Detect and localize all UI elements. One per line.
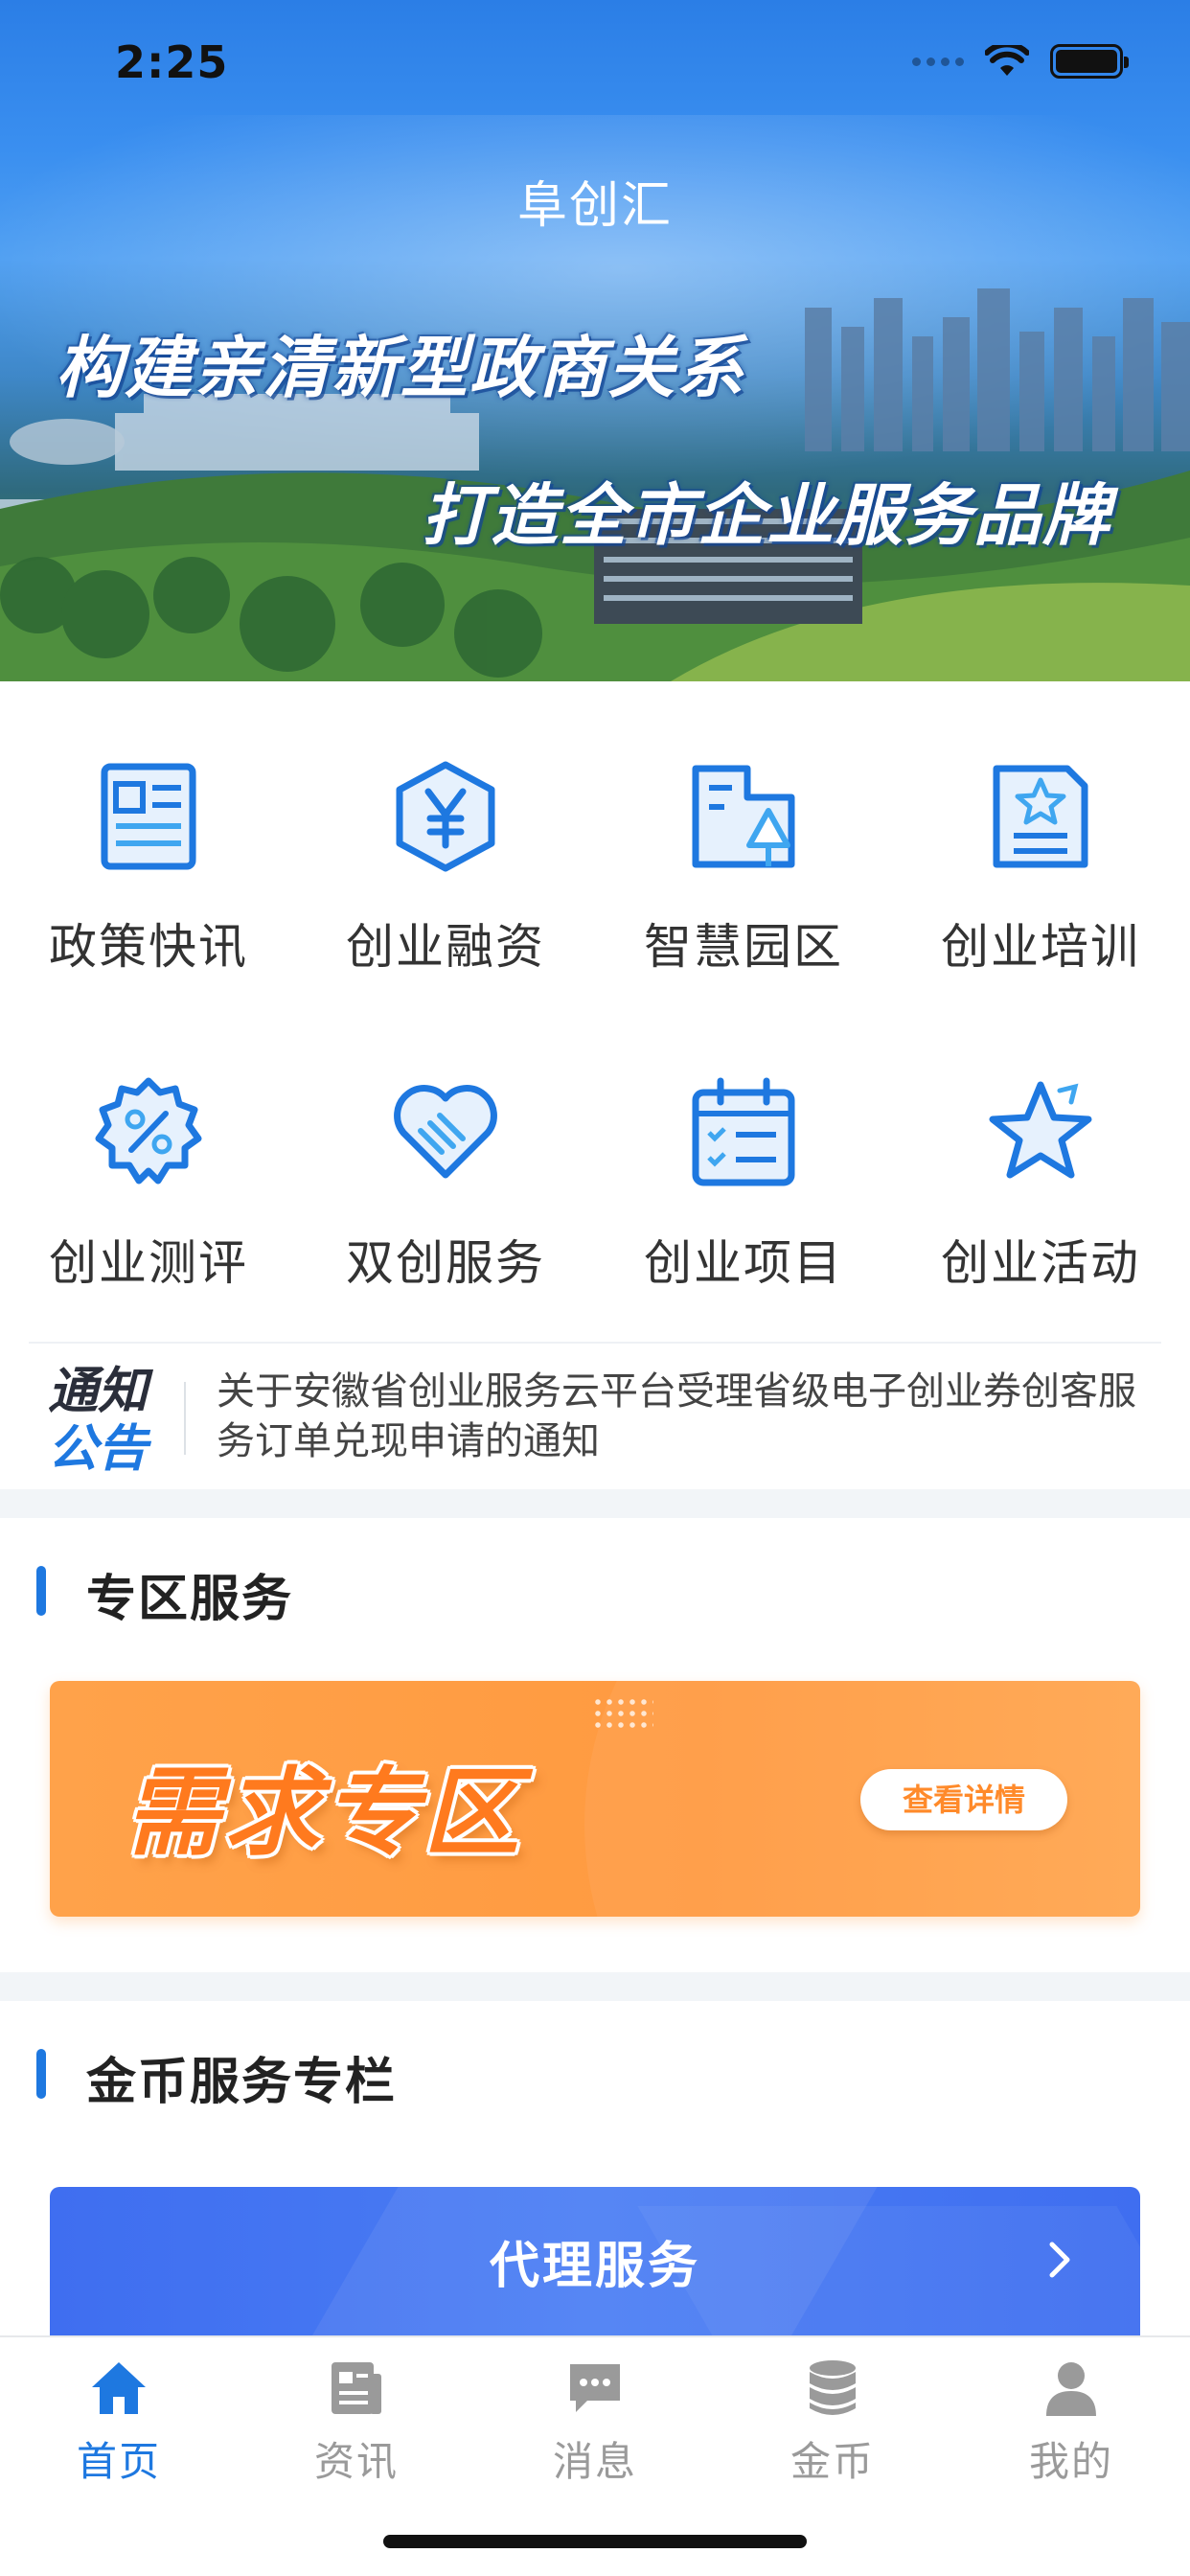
news-icon <box>332 2362 381 2414</box>
agent-service-card[interactable]: 代理服务 <box>50 2187 1140 2340</box>
grid-item-label: 创业活动 <box>941 1235 1140 1291</box>
status-icons <box>912 44 1129 79</box>
view-details-button[interactable]: 查看详情 <box>860 1769 1067 1830</box>
grid-item-label: 智慧园区 <box>644 919 843 975</box>
grid-item-label: 政策快讯 <box>49 919 248 975</box>
chevron-right-icon <box>1049 2242 1070 2278</box>
grid-item-label: 双创服务 <box>346 1235 545 1291</box>
tab-coins[interactable]: 金币 <box>714 2358 951 2493</box>
notice-tag-line2: 公告 <box>48 1420 149 1478</box>
tab-home[interactable]: 首页 <box>0 2358 238 2493</box>
grid-item-startup-activities[interactable]: 创业活动 <box>892 1016 1189 1303</box>
notice-bar[interactable]: 通知 公告 关于安徽省创业服务云平台受理省级电子创业券创客服务订单兑现申请的通知 <box>29 1342 1161 1485</box>
notice-tag: 通知 公告 <box>48 1363 172 1478</box>
handshake-heart-icon <box>394 1085 497 1179</box>
wifi-icon <box>985 45 1029 76</box>
home-icon <box>92 2362 146 2414</box>
tab-profile[interactable]: 我的 <box>952 2358 1190 2493</box>
grid-item-dual-innovation-service[interactable]: 双创服务 <box>297 1016 594 1303</box>
grid-item-label: 创业项目 <box>644 1235 843 1291</box>
tab-label: 我的 <box>1028 2438 1113 2485</box>
coins-stack-icon <box>810 2360 856 2415</box>
tab-messages[interactable]: 消息 <box>476 2358 714 2493</box>
notice-text[interactable]: 关于安徽省创业服务云平台受理省级电子创业券创客服务订单兑现申请的通知 <box>217 1367 1165 1466</box>
grid-item-policy-news[interactable]: 政策快讯 <box>0 700 297 987</box>
section-divider <box>0 1489 1190 1518</box>
grid-item-startup-training[interactable]: 创业培训 <box>892 700 1189 987</box>
tab-label: 首页 <box>76 2438 161 2485</box>
tab-label: 金币 <box>790 2438 875 2485</box>
tab-news[interactable]: 资讯 <box>238 2358 475 2493</box>
coin-section-title: 金币服务专栏 <box>36 2041 397 2113</box>
news-document-icon <box>101 763 196 870</box>
tab-label: 资讯 <box>313 2438 399 2485</box>
demand-zone-card[interactable]: 需求专区 查看详情 <box>50 1681 1140 1917</box>
percent-badge-icon <box>95 1077 202 1184</box>
grid-item-label: 创业培训 <box>941 919 1140 975</box>
dots-decoration <box>592 1696 653 1731</box>
section-divider <box>0 1972 1190 2001</box>
grid-item-startup-assessment[interactable]: 创业测评 <box>0 1016 297 1303</box>
app-screen: 2:25 阜创汇 构建亲清新型政商关系 打造全市企业服务品牌 政策快讯 创业融资… <box>0 0 1190 2576</box>
hero-banner[interactable]: 2:25 阜创汇 构建亲清新型政商关系 打造全市企业服务品牌 <box>0 0 1190 681</box>
star-icon <box>989 1081 1092 1179</box>
status-bar: 2:25 <box>0 0 1190 134</box>
profile-icon <box>1046 2362 1096 2416</box>
demand-zone-title: 需求专区 <box>125 1757 523 1869</box>
training-certificate-star-icon <box>993 765 1088 868</box>
grid-item-startup-financing[interactable]: 创业融资 <box>297 700 594 987</box>
banner-slogan-1: 构建亲清新型政商关系 <box>56 329 745 407</box>
grid-item-smart-park[interactable]: 智慧园区 <box>595 700 892 987</box>
notice-separator <box>184 1382 186 1455</box>
park-building-tree-icon <box>692 765 795 868</box>
yuan-hexagon-icon <box>396 761 495 872</box>
grid-item-label: 创业测评 <box>49 1235 248 1291</box>
message-icon <box>570 2364 620 2412</box>
agent-service-label: 代理服务 <box>489 2238 700 2295</box>
notice-tag-line1: 通知 <box>48 1363 149 1420</box>
battery-icon <box>1050 44 1129 79</box>
tab-label: 消息 <box>552 2438 637 2485</box>
status-time: 2:25 <box>115 36 229 88</box>
cellular-signal-icon <box>912 57 964 66</box>
home-indicator <box>383 2535 807 2548</box>
grid-item-label: 创业融资 <box>346 919 545 975</box>
zone-section-title: 专区服务 <box>36 1558 293 1630</box>
app-title: 阜创汇 <box>516 177 673 235</box>
grid-item-startup-projects[interactable]: 创业项目 <box>595 1016 892 1303</box>
calendar-checklist-icon <box>692 1077 795 1186</box>
banner-slogan-2: 打造全市企业服务品牌 <box>422 476 1111 555</box>
